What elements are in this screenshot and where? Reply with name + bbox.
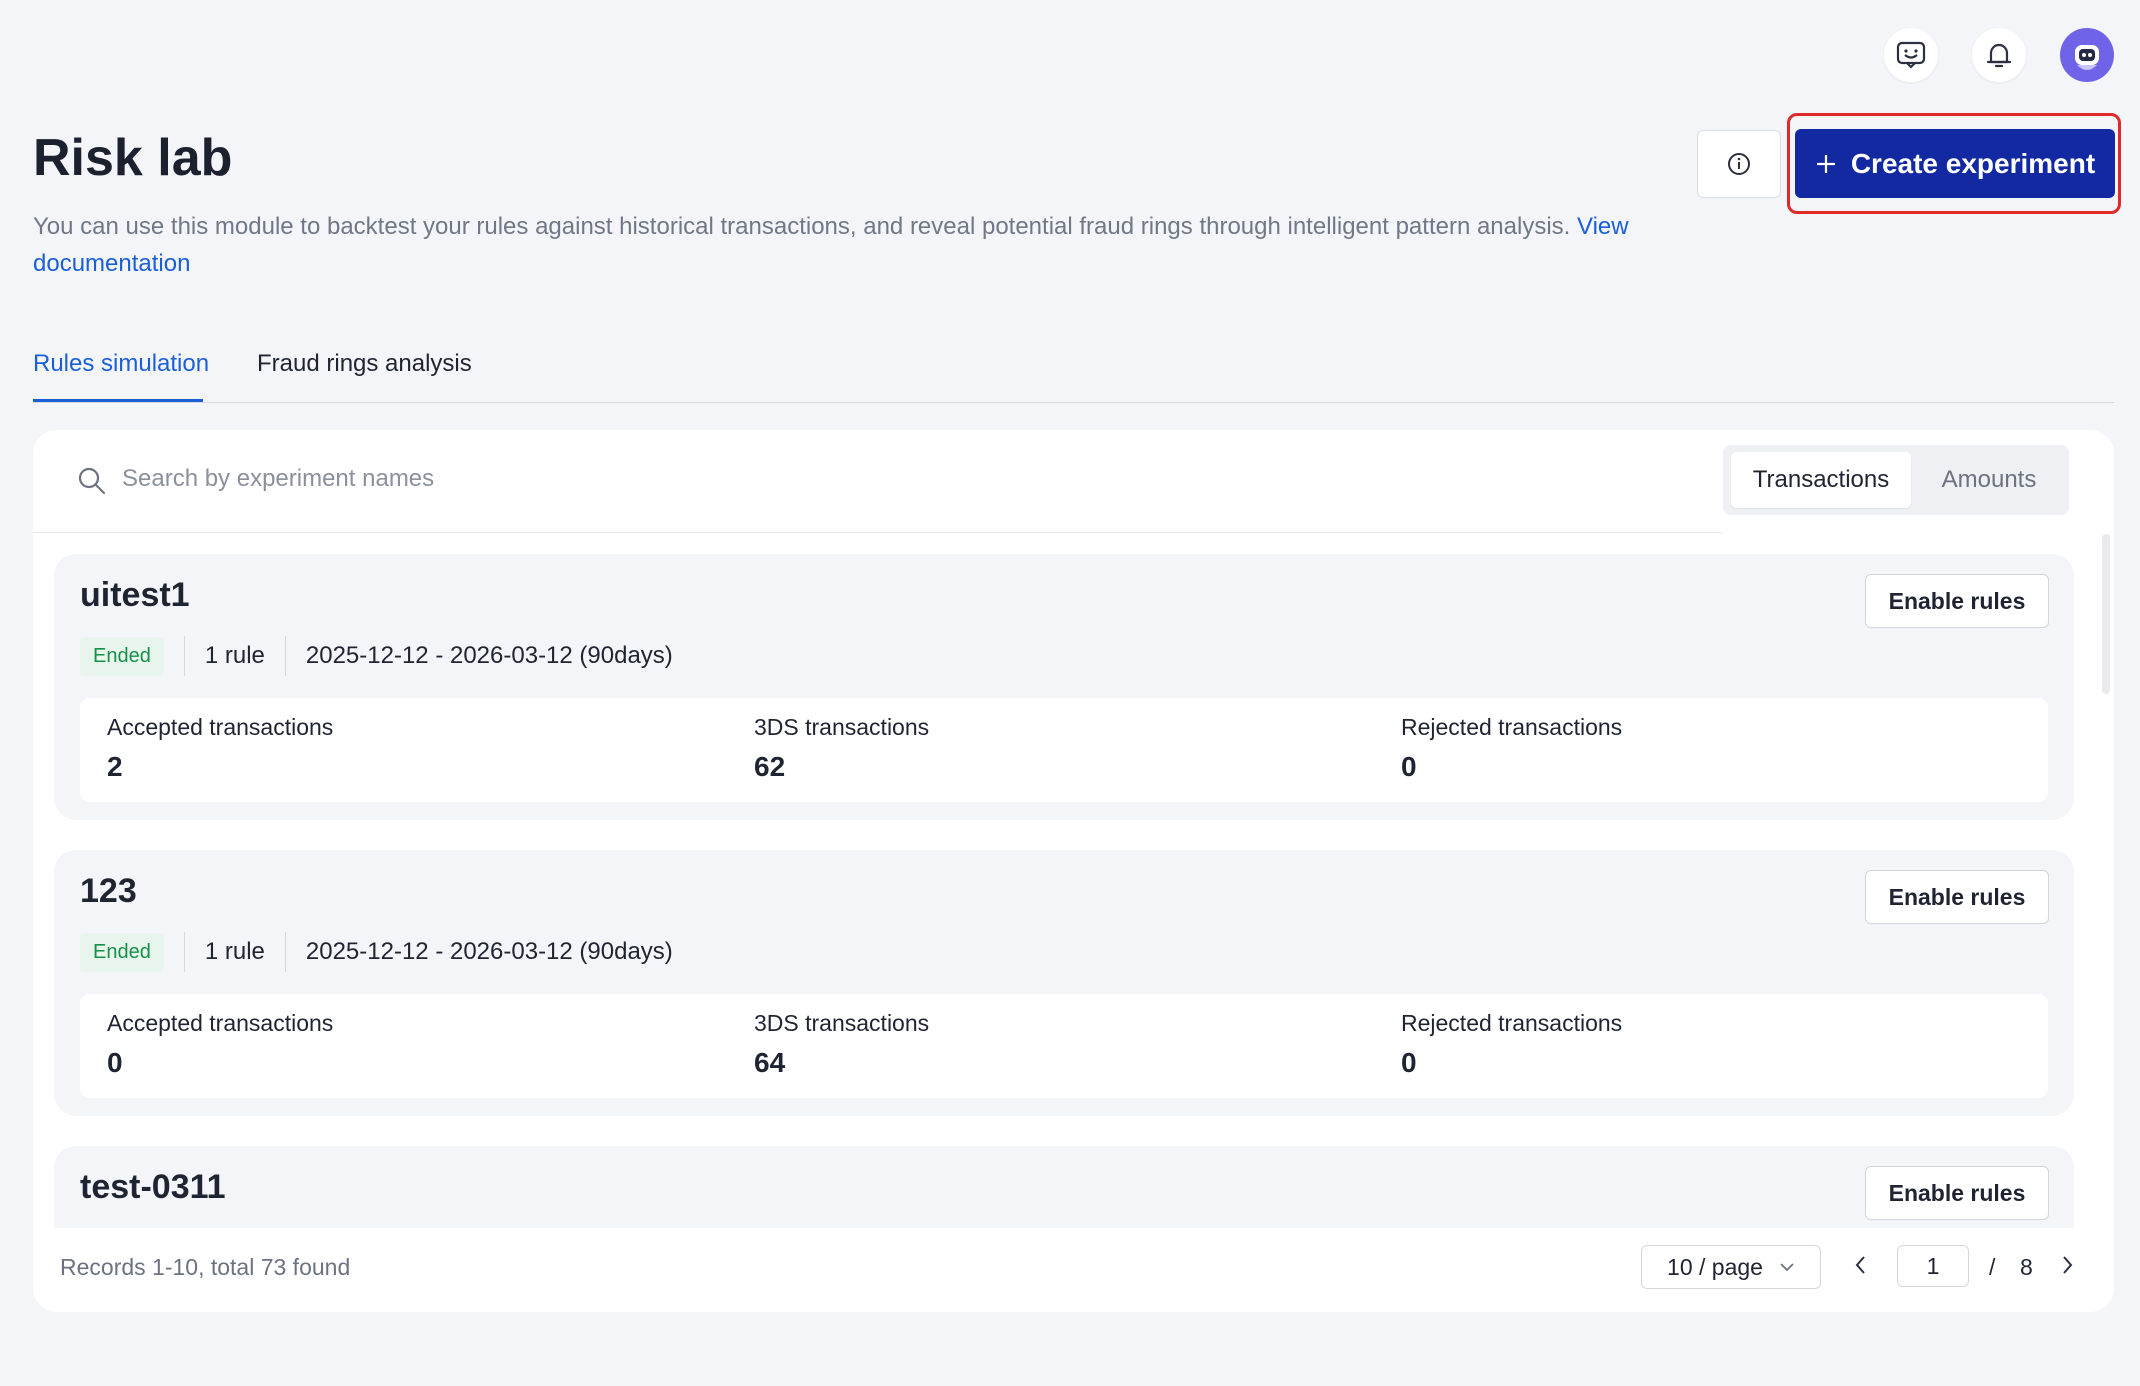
stat-label: 3DS transactions — [754, 714, 930, 740]
experiments-panel: Search by experiment names Transactions … — [33, 430, 2114, 1312]
stat-value: 0 — [107, 1047, 123, 1078]
robot-avatar-icon — [2075, 45, 2099, 70]
status-badge: Ended — [80, 636, 164, 676]
meta-divider — [183, 636, 185, 676]
description-text: You can use this module to backtest your… — [33, 213, 1571, 240]
experiment-name: uitest1 — [80, 576, 190, 614]
create-experiment-button[interactable]: Create experiment — [1795, 129, 2115, 198]
meta-divider — [183, 932, 185, 972]
page-description: You can use this module to backtest your… — [33, 208, 1633, 282]
stat-label: Rejected transactions — [1401, 714, 1623, 740]
search-bar[interactable]: Search by experiment names — [33, 430, 1723, 533]
date-range: 2025-12-12 - 2026-03-12 (90days) — [305, 642, 673, 669]
stat-3ds: 3DS transactions 62 — [754, 714, 929, 783]
stats-row: Accepted transactions 2 3DS transactions… — [80, 698, 2048, 802]
avatar[interactable] — [2060, 28, 2114, 82]
tab-rules-simulation[interactable]: Rules simulation — [33, 350, 209, 378]
stat-value: 0 — [1401, 751, 1417, 782]
chevron-right-icon[interactable] — [2061, 1254, 2075, 1276]
create-experiment-label: Create experiment — [1850, 147, 2096, 179]
feedback-button[interactable] — [1884, 28, 1938, 82]
search-icon — [78, 467, 106, 495]
pagination-bar: Records 1-10, total 73 found 10 / page 1… — [33, 1228, 2114, 1312]
experiment-meta: Ended 1 rule 2025-12-12 - 2026-03-12 (90… — [80, 930, 673, 974]
stat-value: 62 — [754, 751, 786, 782]
toggle-transactions[interactable]: Transactions — [1731, 452, 1911, 508]
rule-count: 1 rule — [204, 642, 265, 669]
stat-rejected: Rejected transactions 0 — [1401, 714, 1622, 783]
page-size-select[interactable]: 10 / page — [1641, 1245, 1821, 1289]
stat-value: 0 — [1401, 1047, 1417, 1078]
view-toggle: Transactions Amounts — [1723, 445, 2069, 515]
info-button[interactable] — [1697, 130, 1781, 198]
meta-divider — [284, 932, 286, 972]
stat-label: Rejected transactions — [1401, 1010, 1623, 1036]
meta-divider — [284, 636, 286, 676]
toggle-amounts[interactable]: Amounts — [1915, 452, 2063, 508]
experiment-list: uitest1 Enable rules Ended 1 rule 2025-1… — [33, 534, 2114, 1228]
plus-icon — [1816, 154, 1835, 173]
records-summary: Records 1-10, total 73 found — [60, 1254, 351, 1280]
stat-rejected: Rejected transactions 0 — [1401, 1010, 1622, 1079]
page-title: Risk lab — [33, 129, 233, 187]
enable-rules-button[interactable]: Enable rules — [1865, 1166, 2049, 1220]
experiment-meta: Ended 1 rule 2025-12-12 - 2026-03-12 (90… — [80, 634, 673, 678]
page-size-value: 10 / page — [1667, 1253, 1763, 1280]
status-badge: Ended — [80, 932, 164, 972]
experiment-name: 123 — [80, 872, 137, 910]
experiment-card: uitest1 Enable rules Ended 1 rule 2025-1… — [54, 554, 2074, 820]
chevron-down-icon — [1780, 1263, 1794, 1272]
stat-value: 2 — [107, 751, 123, 782]
tab-bar: Rules simulation Fraud rings analysis — [33, 340, 2114, 403]
enable-rules-button[interactable]: Enable rules — [1865, 574, 2049, 628]
search-input[interactable]: Search by experiment names — [122, 465, 434, 493]
active-tab-indicator — [33, 399, 203, 402]
date-range: 2025-12-12 - 2026-03-12 (90days) — [305, 938, 673, 965]
stat-accepted: Accepted transactions 2 — [107, 714, 333, 783]
info-icon — [1728, 153, 1750, 175]
stat-label: Accepted transactions — [107, 714, 334, 740]
page-separator: / — [1989, 1254, 1996, 1280]
bell-icon — [1986, 43, 2012, 68]
experiment-card: test-0311 Enable rules — [54, 1146, 2074, 1228]
experiment-name: test-0311 — [80, 1168, 226, 1206]
experiment-card: 123 Enable rules Ended 1 rule 2025-12-12… — [54, 850, 2074, 1116]
chevron-left-icon[interactable] — [1853, 1254, 1867, 1276]
top-bar — [1884, 28, 2114, 82]
feedback-icon — [1896, 41, 1926, 69]
stat-3ds: 3DS transactions 64 — [754, 1010, 929, 1079]
stat-accepted: Accepted transactions 0 — [107, 1010, 333, 1079]
page-number-input[interactable]: 1 — [1897, 1245, 1969, 1287]
stat-label: Accepted transactions — [107, 1010, 334, 1036]
total-pages: 8 — [2020, 1254, 2033, 1280]
stat-label: 3DS transactions — [754, 1010, 930, 1036]
rule-count: 1 rule — [204, 938, 265, 965]
stat-value: 64 — [754, 1047, 786, 1078]
tab-fraud-rings-analysis[interactable]: Fraud rings analysis — [257, 350, 472, 378]
enable-rules-button[interactable]: Enable rules — [1865, 870, 2049, 924]
stats-row: Accepted transactions 0 3DS transactions… — [80, 994, 2048, 1098]
notifications-button[interactable] — [1972, 28, 2026, 82]
